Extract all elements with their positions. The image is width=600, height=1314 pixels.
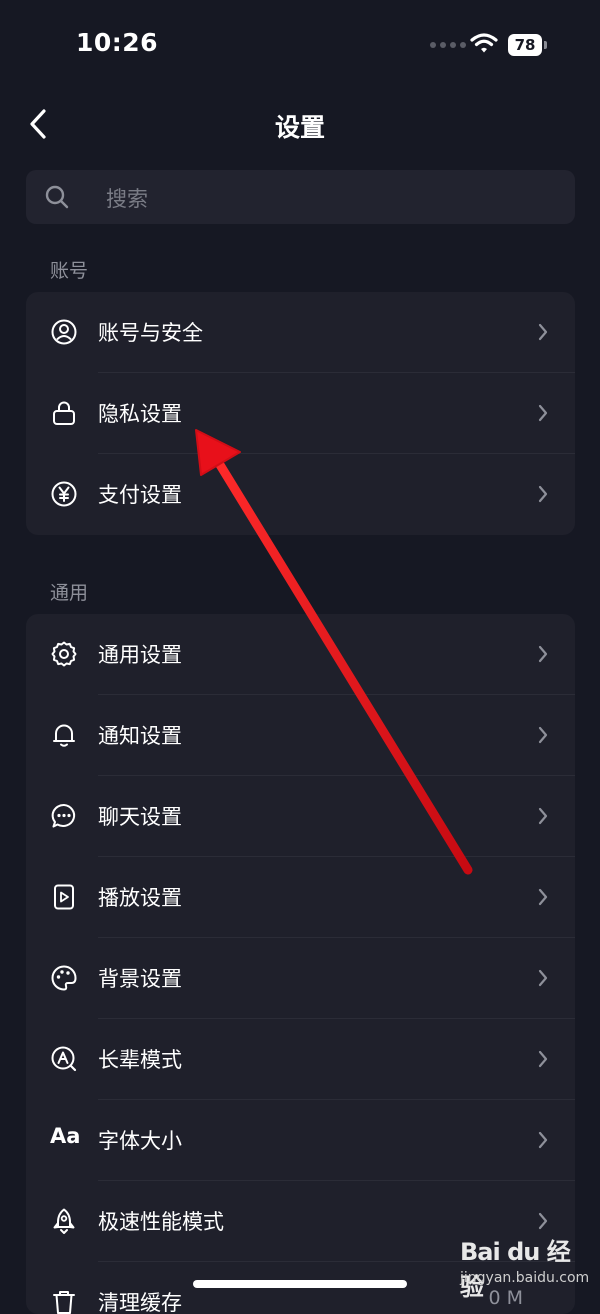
baidu-jingyan-watermark: Bai du 经验 jingyan.baidu.com xyxy=(450,1232,590,1301)
settings-item-label: 账号与安全 xyxy=(98,321,203,345)
chevron-right-icon xyxy=(538,1131,548,1149)
battery-icon: 78 xyxy=(508,34,548,56)
settings-item-label: 隐私设置 xyxy=(98,402,182,426)
settings-item-playback[interactable]: 播放设置 xyxy=(26,857,575,938)
battery-level: 78 xyxy=(508,34,542,56)
chat-bubble-icon xyxy=(51,803,76,828)
settings-item-label: 播放设置 xyxy=(98,886,182,910)
settings-item-label: 通用设置 xyxy=(98,643,182,667)
settings-item-account-security[interactable]: 账号与安全 xyxy=(26,292,575,373)
settings-item-notification[interactable]: 通知设置 xyxy=(26,695,575,776)
settings-item-privacy[interactable]: 隐私设置 xyxy=(26,373,575,454)
yen-circle-icon xyxy=(51,481,77,507)
settings-item-font-size[interactable]: Aa 字体大小 xyxy=(26,1100,575,1181)
section-label-general: 通用 xyxy=(50,582,89,604)
chevron-right-icon xyxy=(538,645,548,663)
chevron-right-icon xyxy=(538,1050,548,1068)
chevron-right-icon xyxy=(538,888,548,906)
search-input[interactable]: 搜索 xyxy=(26,170,575,224)
cellular-signal-icon xyxy=(430,42,466,48)
nav-bar: 设置 xyxy=(0,92,600,158)
settings-item-label: 背景设置 xyxy=(98,967,182,991)
play-icon xyxy=(54,884,74,910)
status-time: 10:26 xyxy=(76,28,159,57)
chevron-right-icon xyxy=(538,404,548,422)
chevron-right-icon xyxy=(538,807,548,825)
settings-item-label: 极速性能模式 xyxy=(98,1210,224,1234)
chevron-right-icon xyxy=(538,969,548,987)
settings-item-background[interactable]: 背景设置 xyxy=(26,938,575,1019)
settings-item-general[interactable]: 通用设置 xyxy=(26,614,575,695)
watermark-logo: Bai du 经验 xyxy=(460,1238,571,1301)
bell-icon xyxy=(53,724,75,747)
trash-icon xyxy=(53,1291,75,1314)
chevron-right-icon xyxy=(538,1212,548,1230)
chevron-right-icon xyxy=(538,485,548,503)
settings-item-label: 聊天设置 xyxy=(98,805,182,829)
general-settings-card: 通用设置 通知设置 聊天设置 播放设置 背景设置 长辈模式 Aa 字体大小 极速… xyxy=(26,614,575,1314)
user-circle-icon xyxy=(51,319,77,345)
watermark-url: jingyan.baidu.com xyxy=(460,1270,590,1286)
section-label-account: 账号 xyxy=(50,260,89,282)
wifi-icon xyxy=(470,33,498,53)
font-size-icon: Aa xyxy=(50,1124,81,1148)
settings-item-label: 字体大小 xyxy=(98,1129,182,1153)
palette-icon xyxy=(51,965,77,991)
settings-item-label: 长辈模式 xyxy=(98,1048,182,1072)
elder-mode-icon xyxy=(51,1046,77,1072)
status-bar: 10:26 78 xyxy=(0,0,600,90)
chevron-right-icon xyxy=(538,323,548,341)
account-settings-card: 账号与安全 隐私设置 支付设置 xyxy=(26,292,575,535)
settings-item-chat[interactable]: 聊天设置 xyxy=(26,776,575,857)
settings-item-payment[interactable]: 支付设置 xyxy=(26,454,575,535)
gear-icon xyxy=(51,641,77,667)
settings-item-label: 通知设置 xyxy=(98,724,182,748)
settings-item-label: 支付设置 xyxy=(98,483,182,507)
search-placeholder: 搜索 xyxy=(106,187,148,211)
home-indicator[interactable] xyxy=(193,1280,407,1288)
settings-item-elder-mode[interactable]: 长辈模式 xyxy=(26,1019,575,1100)
rocket-icon xyxy=(53,1208,75,1234)
page-title: 设置 xyxy=(274,113,325,142)
chevron-right-icon xyxy=(538,726,548,744)
lock-icon xyxy=(53,401,75,425)
search-icon xyxy=(45,185,69,209)
